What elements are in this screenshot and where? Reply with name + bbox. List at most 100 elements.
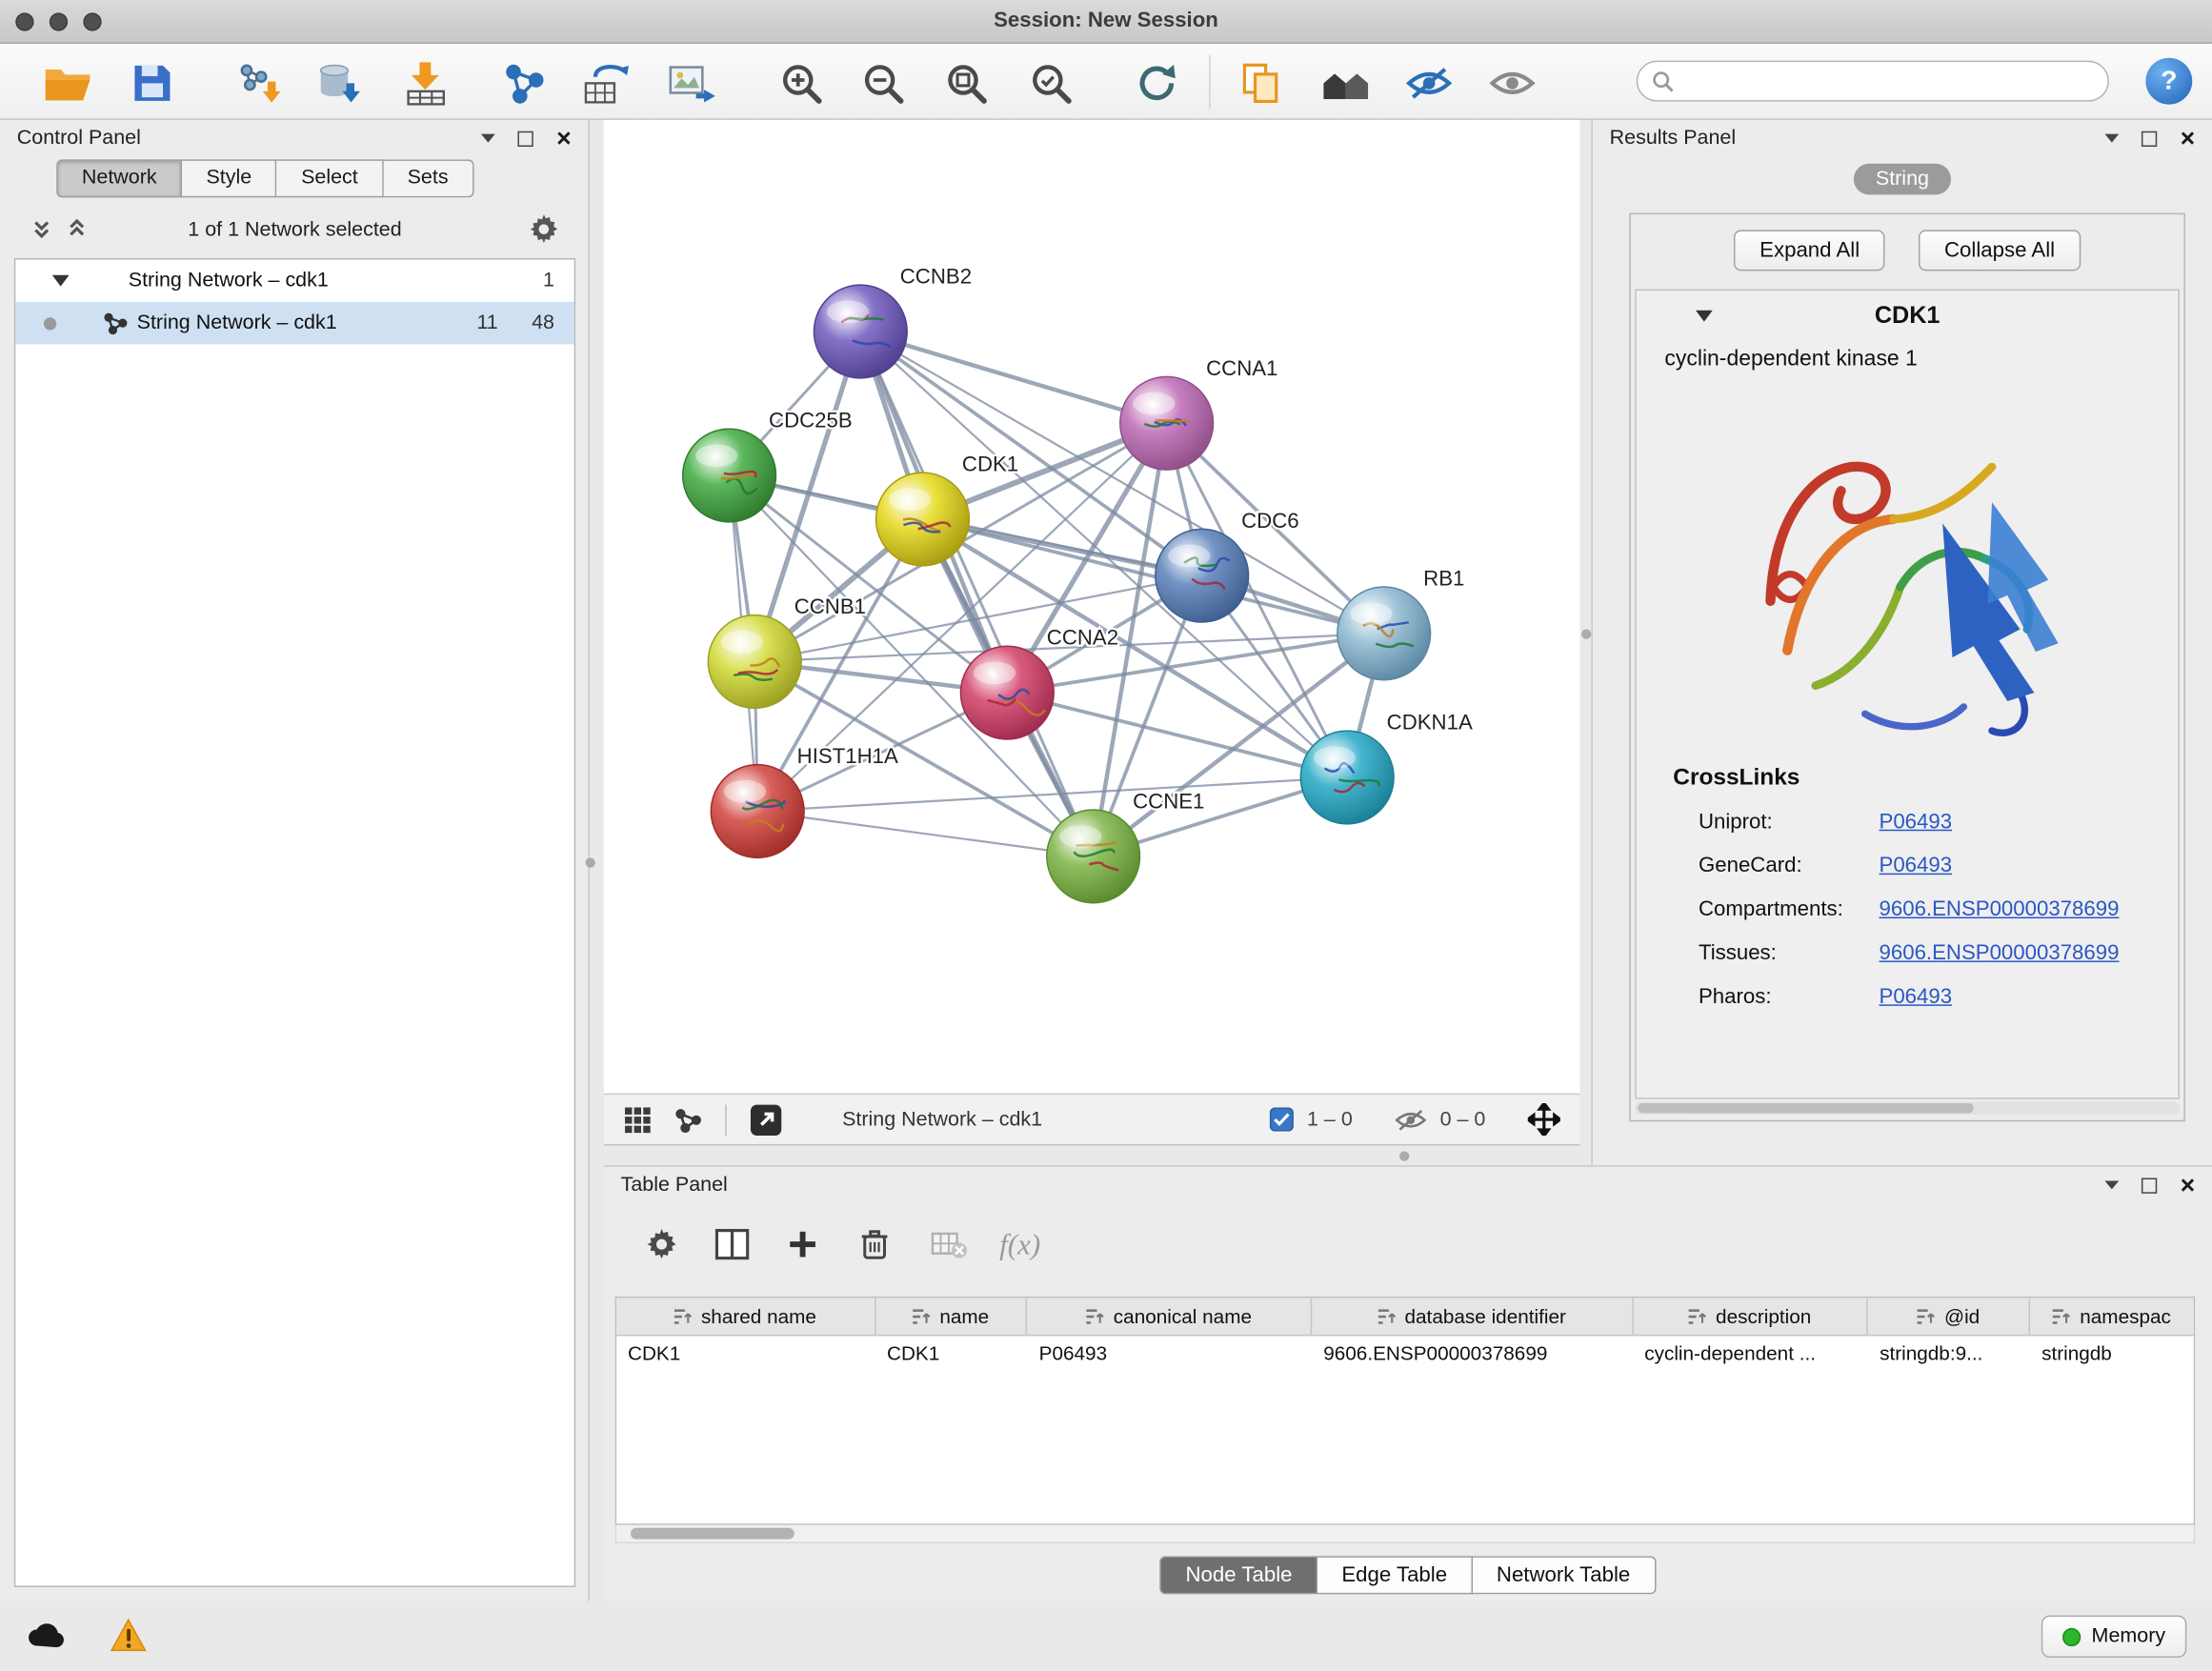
panel-close-icon[interactable]	[2181, 126, 2196, 151]
network-node-CDC6[interactable]	[1156, 529, 1249, 622]
expand-all-icon[interactable]	[67, 217, 88, 240]
right-splitter-handle[interactable]	[1581, 629, 1591, 638]
network-node-CCNE1[interactable]	[1047, 810, 1140, 903]
cloud-status-button[interactable]	[26, 1620, 68, 1657]
delete-column-button[interactable]	[845, 1215, 904, 1274]
table-row[interactable]: CDK1 CDK1 P06493 9606.ENSP00000378699 cy…	[616, 1336, 2194, 1374]
column-header-shared-name[interactable]: shared name	[616, 1298, 875, 1335]
cloud-icon	[26, 1620, 68, 1649]
zoom-fit-button[interactable]	[936, 53, 995, 112]
column-header-name[interactable]: name	[875, 1298, 1028, 1335]
show-columns-button[interactable]	[702, 1215, 761, 1274]
memory-button[interactable]: Memory	[2041, 1616, 2186, 1658]
delete-table-button[interactable]	[920, 1215, 979, 1274]
open-session-button[interactable]	[38, 53, 97, 112]
network-node-CCNA2[interactable]	[960, 646, 1054, 739]
uniprot-link[interactable]: P06493	[1880, 810, 1953, 834]
network-from-table-button[interactable]	[578, 53, 637, 112]
network-node-CDC25B[interactable]	[683, 429, 776, 522]
panel-menu-icon[interactable]	[482, 134, 496, 143]
window-close-button[interactable]	[15, 12, 33, 30]
panel-float-icon[interactable]	[2142, 1178, 2158, 1193]
tissues-link[interactable]: 9606.ENSP00000378699	[1880, 941, 2120, 965]
panel-menu-icon[interactable]	[2105, 1180, 2120, 1189]
zoom-in-button[interactable]	[772, 53, 831, 112]
tab-select[interactable]: Select	[277, 159, 384, 197]
network-node-CCNA1[interactable]	[1120, 376, 1214, 470]
network-row[interactable]: String Network – cdk1 11 48	[15, 302, 573, 344]
export-image-button[interactable]	[662, 53, 721, 112]
collapse-all-icon[interactable]	[31, 217, 52, 240]
import-table-button[interactable]	[396, 53, 455, 112]
pan-move-icon[interactable]	[1528, 1103, 1560, 1136]
network-node-HIST1H1A[interactable]	[711, 765, 804, 858]
string-tab-badge[interactable]: String	[1853, 164, 1951, 195]
zoom-out-button[interactable]	[854, 53, 913, 112]
network-overview-icon[interactable]	[674, 1105, 703, 1134]
column-header-database-identifier[interactable]: database identifier	[1312, 1298, 1633, 1335]
network-node-CCNB1[interactable]	[708, 615, 801, 709]
pharos-link[interactable]: P06493	[1880, 985, 1953, 1009]
tab-edge-table[interactable]: Edge Table	[1317, 1556, 1473, 1594]
new-network-button[interactable]	[495, 53, 554, 112]
table-options-button[interactable]	[632, 1215, 691, 1274]
panel-float-icon[interactable]	[2142, 131, 2158, 146]
tab-network-table[interactable]: Network Table	[1473, 1556, 1656, 1594]
eye-slash-blue-icon	[1405, 67, 1453, 101]
hide-attributes-button[interactable]	[1399, 53, 1458, 112]
column-header-canonical-name[interactable]: canonical name	[1028, 1298, 1313, 1335]
selected-checkbox-icon[interactable]	[1269, 1107, 1293, 1131]
window-zoom-button[interactable]	[83, 12, 101, 30]
collapse-all-button[interactable]: Collapse All	[1919, 230, 2080, 271]
help-button[interactable]	[2145, 58, 2192, 105]
hidden-eye-slash-icon[interactable]	[1395, 1108, 1426, 1131]
network-node-CDK1[interactable]	[876, 473, 970, 566]
save-session-button[interactable]	[123, 53, 182, 112]
gene-disclosure-icon[interactable]	[1696, 311, 1713, 322]
detach-view-icon[interactable]	[749, 1102, 783, 1137]
results-horizontal-scrollbar[interactable]	[1635, 1102, 2180, 1115]
network-collection-row[interactable]: String Network – cdk1 1	[15, 259, 573, 301]
column-type-icon	[1377, 1307, 1396, 1325]
copy-document-button[interactable]	[1232, 53, 1291, 112]
search-input[interactable]	[1686, 70, 2094, 92]
network-canvas[interactable]: CCNB2CCNA1CDC25BCDK1CDC6RB1CCNB1CCNA2CDK…	[604, 120, 1580, 1094]
column-header-description[interactable]: description	[1633, 1298, 1868, 1335]
network-node-CCNB2[interactable]	[814, 285, 907, 378]
compartments-link[interactable]: 9606.ENSP00000378699	[1880, 897, 2120, 921]
column-header-namespace[interactable]: namespac	[2030, 1298, 2193, 1335]
warnings-button[interactable]	[111, 1619, 148, 1660]
table-horizontal-scrollbar[interactable]	[615, 1525, 2196, 1543]
bottom-splitter-handle[interactable]	[1399, 1151, 1409, 1160]
genecard-link[interactable]: P06493	[1880, 854, 1953, 877]
expand-all-button[interactable]: Expand All	[1735, 230, 1885, 271]
import-network-file-button[interactable]	[230, 53, 289, 112]
refresh-button[interactable]	[1127, 53, 1186, 112]
search-field[interactable]	[1637, 61, 2109, 102]
show-attributes-button[interactable]	[1482, 53, 1541, 112]
tab-node-table[interactable]: Node Table	[1160, 1556, 1317, 1594]
panel-float-icon[interactable]	[518, 131, 533, 146]
network-options-gear-icon[interactable]	[529, 214, 558, 244]
import-network-database-button[interactable]	[311, 53, 370, 112]
column-header-id[interactable]: @id	[1868, 1298, 2030, 1335]
home-button[interactable]	[1317, 53, 1376, 112]
tab-style[interactable]: Style	[182, 159, 277, 197]
network-view[interactable]: CCNB2CCNA1CDC25BCDK1CDC6RB1CCNB1CCNA2CDK…	[604, 120, 1580, 1094]
function-builder-button[interactable]: f(x)	[991, 1215, 1050, 1274]
left-splitter-handle[interactable]	[586, 857, 595, 867]
create-column-button[interactable]	[774, 1215, 833, 1274]
zoom-selected-button[interactable]	[1021, 53, 1080, 112]
birds-eye-view-icon[interactable]	[624, 1105, 653, 1134]
node-label-CCNB1: CCNB1	[794, 594, 866, 618]
panel-close-icon[interactable]	[556, 126, 572, 151]
window-minimize-button[interactable]	[50, 12, 68, 30]
network-node-CDKN1A[interactable]	[1300, 731, 1394, 824]
network-node-RB1[interactable]	[1337, 587, 1431, 680]
tab-network[interactable]: Network	[56, 159, 182, 197]
scrollbar-thumb[interactable]	[631, 1528, 794, 1540]
tab-sets[interactable]: Sets	[383, 159, 473, 197]
collection-disclosure-icon[interactable]	[52, 275, 70, 287]
panel-menu-icon[interactable]	[2105, 134, 2120, 143]
panel-close-icon[interactable]	[2181, 1173, 2196, 1198]
